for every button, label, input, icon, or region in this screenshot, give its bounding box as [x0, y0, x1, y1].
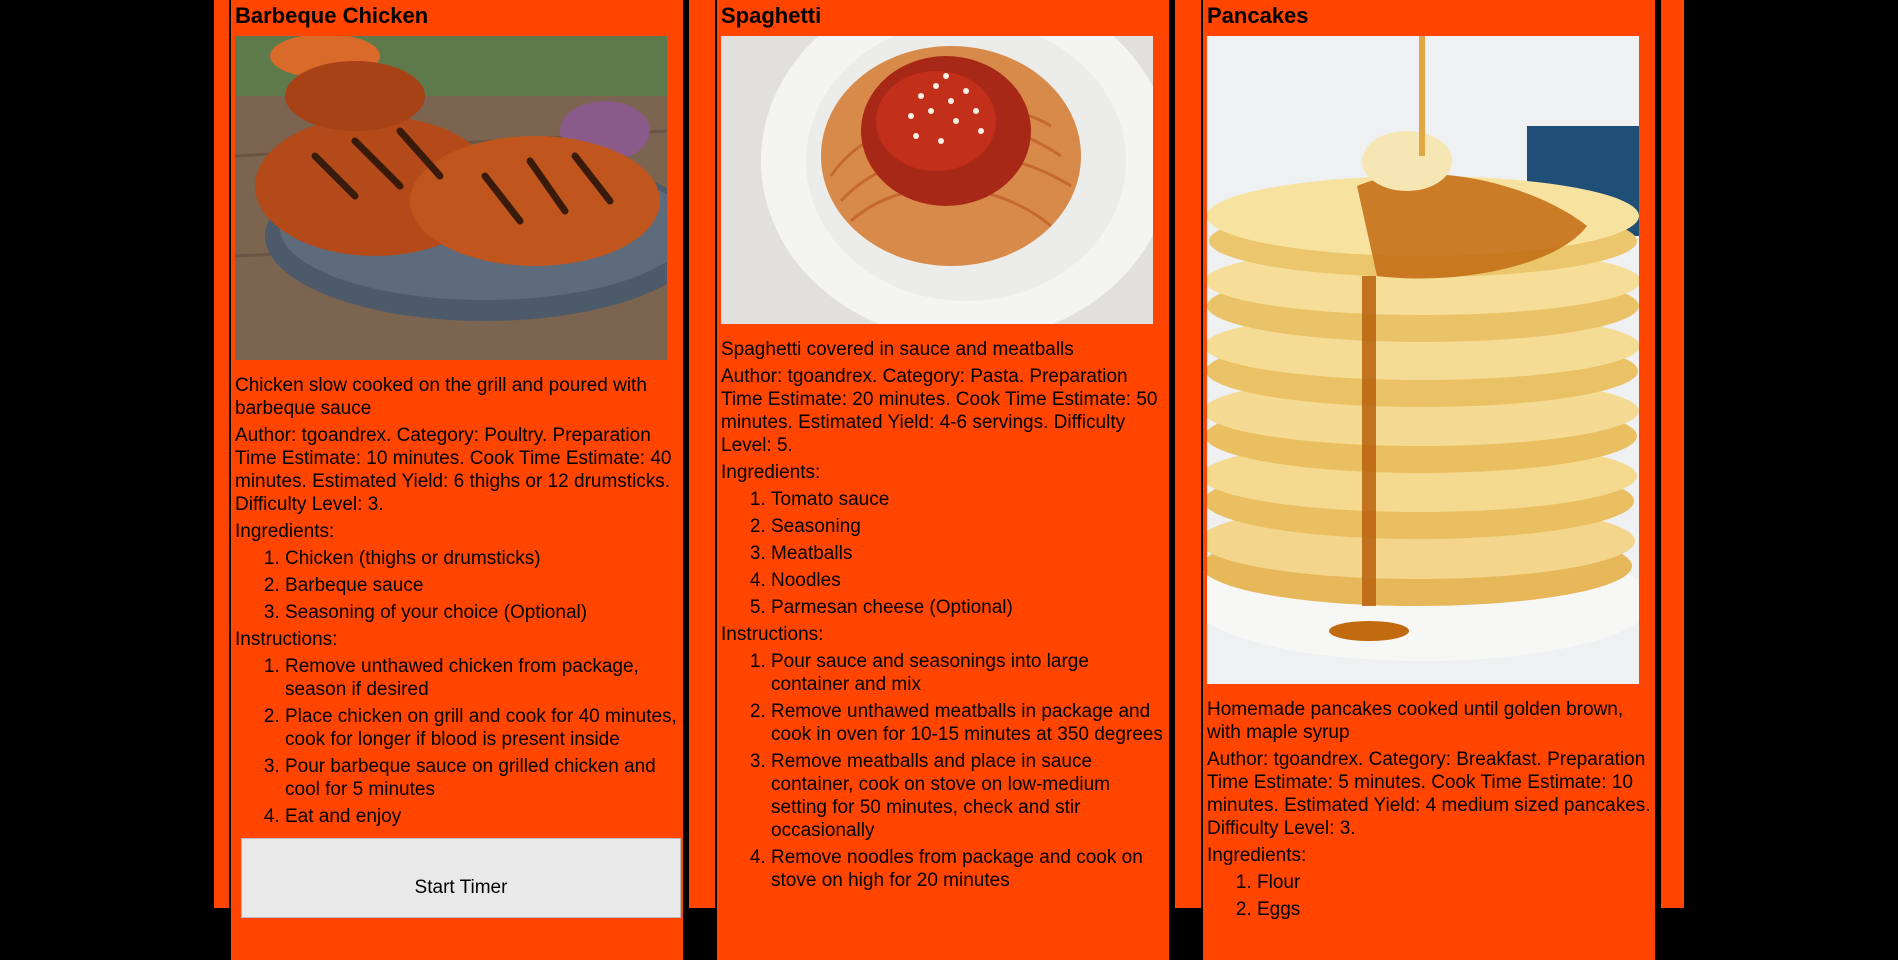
instruction-step: Remove unthawed meatballs in package and… — [771, 700, 1165, 746]
instruction-step: Remove unthawed chicken from package, se… — [285, 655, 679, 701]
ingredient-item: Noodles — [771, 569, 1165, 592]
ingredient-item: Barbeque sauce — [285, 574, 679, 597]
recipe-photo-spaghetti — [721, 36, 1153, 324]
instruction-step: Eat and enjoy — [285, 805, 679, 828]
recipe-card-barbeque-chicken: Barbeque Chicken Chicken slow cooked on … — [229, 0, 685, 960]
recipe-meta: Author: tgoandrex. Category: Breakfast. … — [1207, 749, 1651, 839]
ingredients-list: Tomato sauce Seasoning Meatballs Noodles… — [721, 488, 1165, 619]
ingredient-item: Seasoning of your choice (Optional) — [285, 601, 679, 624]
ingredient-item: Flour — [1257, 871, 1651, 894]
ingredient-item: Eggs — [1257, 898, 1651, 921]
recipe-card-pancakes: Pancakes Homemade pancakes cooked until … — [1201, 0, 1657, 960]
recipe-card-spaghetti: Spaghetti Spaghetti covered in sauce and… — [715, 0, 1171, 960]
recipe-meta: Author: tgoandrex. Category: Pasta. Prep… — [721, 366, 1158, 456]
recipe-title: Spaghetti — [721, 3, 822, 28]
ingredient-item: Tomato sauce — [771, 488, 1165, 511]
instructions-label: Instructions: — [235, 629, 338, 650]
recipe-meta: Author: tgoandrex. Category: Poultry. Pr… — [235, 425, 672, 515]
recipe-description: Homemade pancakes cooked until golden br… — [1207, 699, 1624, 743]
recipe-title: Pancakes — [1207, 3, 1309, 28]
ingredient-item: Seasoning — [771, 515, 1165, 538]
recipe-photo-chicken — [235, 36, 667, 360]
instructions-list: Pour sauce and seasonings into large con… — [721, 650, 1165, 892]
ingredients-label: Ingredients: — [1207, 845, 1307, 866]
recipe-description: Spaghetti covered in sauce and meatballs — [721, 339, 1074, 360]
instruction-step: Pour sauce and seasonings into large con… — [771, 650, 1165, 696]
instruction-step: Place chicken on grill and cook for 40 m… — [285, 705, 679, 751]
ingredients-list: Flour Eggs — [1207, 871, 1651, 921]
ingredients-label: Ingredients: — [235, 521, 335, 542]
ingredient-item: Chicken (thighs or drumsticks) — [285, 547, 679, 570]
instruction-step: Remove meatballs and place in sauce cont… — [771, 750, 1165, 842]
instructions-list: Remove unthawed chicken from package, se… — [235, 655, 679, 828]
recipe-description: Chicken slow cooked on the grill and pou… — [235, 375, 647, 419]
ingredients-label: Ingredients: — [721, 462, 821, 483]
instruction-step: Remove noodles from package and cook on … — [771, 846, 1165, 892]
ingredients-list: Chicken (thighs or drumsticks) Barbeque … — [235, 547, 679, 624]
recipe-photo-pancakes — [1207, 36, 1639, 684]
ingredient-item: Meatballs — [771, 542, 1165, 565]
instruction-step: Pour barbeque sauce on grilled chicken a… — [285, 755, 679, 801]
instructions-label: Instructions: — [721, 624, 824, 645]
ingredient-item: Parmesan cheese (Optional) — [771, 596, 1165, 619]
start-timer-button[interactable]: Start Timer — [241, 838, 681, 918]
recipe-title: Barbeque Chicken — [235, 3, 429, 28]
